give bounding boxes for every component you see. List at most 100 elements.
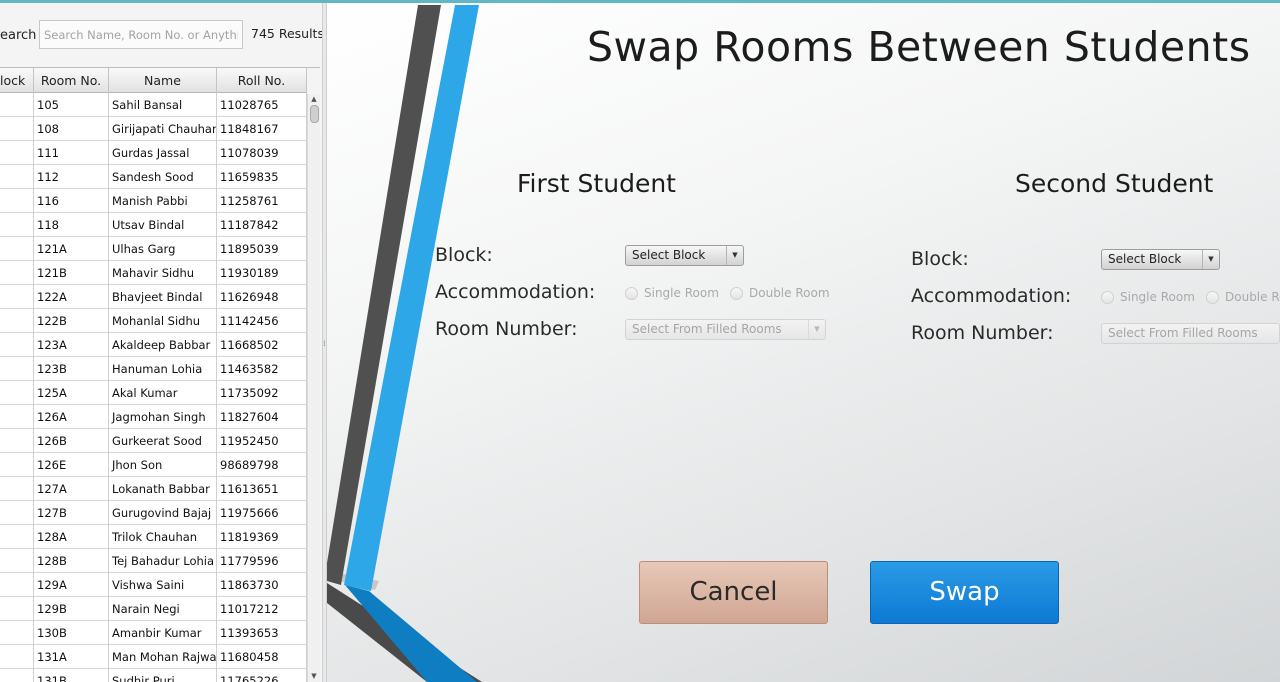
table-row[interactable]: 118 Utsav Bindal 11187842	[0, 213, 307, 237]
second-double-room-label: Double Room	[1225, 290, 1280, 304]
table-row[interactable]: 127B Gurugovind Bajaj 11975666	[0, 501, 307, 525]
table-row[interactable]: 112 Sandesh Sood 11659835	[0, 165, 307, 189]
cell-block	[0, 381, 34, 405]
cell-room-no: 131A	[34, 645, 109, 669]
student-list-panel: earch 745 Results lock Room No. Name Rol…	[0, 3, 322, 682]
second-single-room-radio[interactable]: Single Room	[1101, 290, 1195, 304]
table-row[interactable]: 123A Akaldeep Babbar 11668502	[0, 333, 307, 357]
second-double-room-radio[interactable]: Double Room	[1206, 290, 1280, 304]
swap-form-panel: Swap Rooms Between Students First Studen…	[327, 3, 1280, 682]
second-block-select[interactable]: Select Block ▼	[1101, 249, 1220, 270]
scroll-up-arrow-icon[interactable]: ▲	[308, 94, 320, 105]
cell-name: Tej Bahadur Lohia	[109, 549, 217, 573]
cell-roll-no: 11975666	[217, 501, 307, 525]
table-row[interactable]: 121A Ulhas Garg 11895039	[0, 237, 307, 261]
radio-circle-icon	[1101, 290, 1114, 304]
cell-name: Manish Pabbi	[109, 189, 217, 213]
table-row[interactable]: 126B Gurkeerat Sood 11952450	[0, 429, 307, 453]
table-row[interactable]: 111 Gurdas Jassal 11078039	[0, 141, 307, 165]
search-input[interactable]	[39, 20, 243, 49]
first-block-select[interactable]: Select Block ▼	[625, 245, 744, 266]
table-row[interactable]: 121B Mahavir Sidhu 11930189	[0, 261, 307, 285]
cell-name: Mahavir Sidhu	[109, 261, 217, 285]
cell-roll-no: 11895039	[217, 237, 307, 261]
scroll-thumb[interactable]	[310, 105, 319, 123]
table-row[interactable]: 122B Mohanlal Sidhu 11142456	[0, 309, 307, 333]
cell-block	[0, 261, 34, 285]
second-room-select[interactable]: Select From Filled Rooms	[1101, 323, 1280, 344]
cell-name: Gurdas Jassal	[109, 141, 217, 165]
cell-room-no: 126B	[34, 429, 109, 453]
cell-room-no: 121B	[34, 261, 109, 285]
table-row[interactable]: 128A Trilok Chauhan 11819369	[0, 525, 307, 549]
table-row[interactable]: 126E Jhon Son 98689798	[0, 453, 307, 477]
chevron-down-icon: ▼	[808, 320, 825, 339]
cell-name: Akal Kumar	[109, 381, 217, 405]
cell-block	[0, 237, 34, 261]
cell-block	[0, 189, 34, 213]
radio-circle-icon	[625, 286, 638, 300]
column-header-name[interactable]: Name	[109, 68, 217, 93]
scroll-down-arrow-icon[interactable]: ▼	[308, 671, 320, 682]
table-row[interactable]: 131B Sudhir Puri 11765226	[0, 669, 307, 682]
table-row[interactable]: 116 Manish Pabbi 11258761	[0, 189, 307, 213]
first-block-label: Block:	[435, 244, 493, 266]
cell-room-no: 130B	[34, 621, 109, 645]
cell-room-no: 123A	[34, 333, 109, 357]
table-row[interactable]: 129B Narain Negi 11017212	[0, 597, 307, 621]
cell-block	[0, 549, 34, 573]
cell-roll-no: 11613651	[217, 477, 307, 501]
cell-block	[0, 357, 34, 381]
cell-block	[0, 621, 34, 645]
second-block-label: Block:	[911, 248, 969, 270]
first-single-room-label: Single Room	[644, 286, 719, 300]
table-row[interactable]: 108 Girijapati Chauhan 11848167	[0, 117, 307, 141]
cancel-button[interactable]: Cancel	[639, 561, 828, 624]
cell-room-no: 125A	[34, 381, 109, 405]
cell-roll-no: 11735092	[217, 381, 307, 405]
first-room-number-label: Room Number:	[435, 318, 578, 340]
table-row[interactable]: 123B Hanuman Lohia 11463582	[0, 357, 307, 381]
first-double-room-label: Double Room	[749, 286, 830, 300]
cell-room-no: 129A	[34, 573, 109, 597]
column-header-roll-no[interactable]: Roll No.	[217, 68, 307, 93]
column-header-block[interactable]: lock	[0, 68, 34, 93]
cell-roll-no: 11668502	[217, 333, 307, 357]
cell-block	[0, 285, 34, 309]
table-row[interactable]: 130B Amanbir Kumar 11393653	[0, 621, 307, 645]
column-header-room-no[interactable]: Room No.	[34, 68, 109, 93]
table-row[interactable]: 129A Vishwa Saini 11863730	[0, 573, 307, 597]
table-row[interactable]: 128B Tej Bahadur Lohia 11779596	[0, 549, 307, 573]
cell-room-no: 118	[34, 213, 109, 237]
cell-roll-no: 11017212	[217, 597, 307, 621]
cell-roll-no: 11848167	[217, 117, 307, 141]
cell-roll-no: 11765226	[217, 669, 307, 682]
swap-button[interactable]: Swap	[870, 561, 1059, 624]
cell-roll-no: 11779596	[217, 549, 307, 573]
students-table: lock Room No. Name Roll No. 105 Sahil Ban…	[0, 67, 320, 682]
cell-roll-no: 11930189	[217, 261, 307, 285]
table-row[interactable]: 122A Bhavjeet Bindal 11626948	[0, 285, 307, 309]
table-row[interactable]: 125A Akal Kumar 11735092	[0, 381, 307, 405]
cell-room-no: 116	[34, 189, 109, 213]
table-scrollbar[interactable]: ▲ ▼	[307, 94, 320, 682]
first-room-select[interactable]: Select From Filled Rooms ▼	[625, 319, 826, 340]
first-double-room-radio[interactable]: Double Room	[730, 286, 830, 300]
cell-block	[0, 645, 34, 669]
cell-name: Utsav Bindal	[109, 213, 217, 237]
table-row[interactable]: 127A Lokanath Babbar 11613651	[0, 477, 307, 501]
first-single-room-radio[interactable]: Single Room	[625, 286, 719, 300]
cell-room-no: 126A	[34, 405, 109, 429]
cell-block	[0, 141, 34, 165]
cell-block	[0, 525, 34, 549]
cell-room-no: 105	[34, 93, 109, 117]
table-row[interactable]: 126A Jagmohan Singh 11827604	[0, 405, 307, 429]
cell-room-no: 112	[34, 165, 109, 189]
first-room-select-value: Select From Filled Rooms	[632, 322, 782, 336]
table-row[interactable]: 131A Man Mohan Rajwal 11680458	[0, 645, 307, 669]
cell-block	[0, 429, 34, 453]
second-student-heading: Second Student	[1015, 169, 1214, 198]
cell-room-no: 123B	[34, 357, 109, 381]
cell-block	[0, 669, 34, 682]
table-row[interactable]: 105 Sahil Bansal 11028765	[0, 93, 307, 117]
